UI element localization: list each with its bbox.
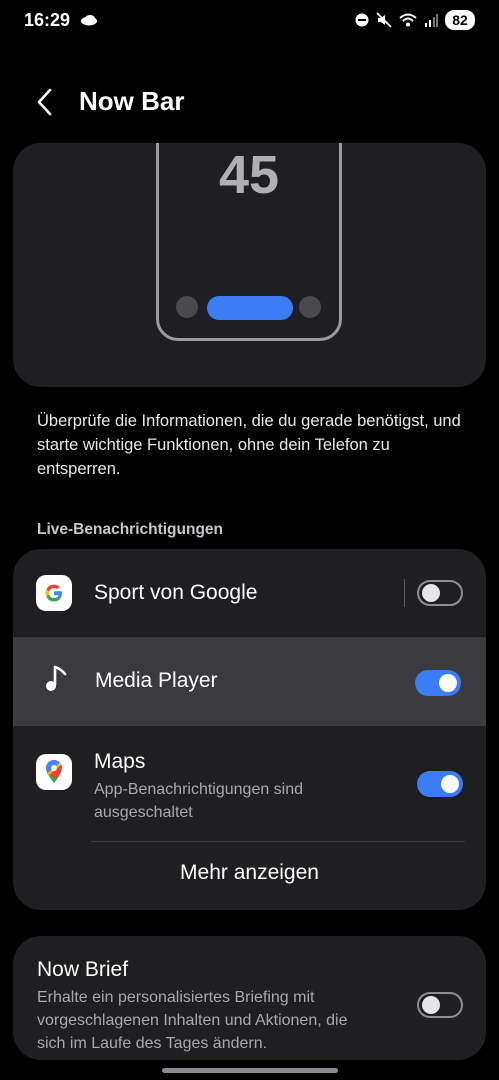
page-title: Now Bar [79, 86, 185, 116]
item-label: Maps [94, 750, 146, 773]
battery-indicator: 82 [445, 10, 475, 30]
wifi-icon [399, 13, 417, 27]
toggle-media-player[interactable] [415, 670, 461, 696]
phone-illustration: 45 [156, 143, 342, 341]
toggle-maps[interactable] [417, 771, 463, 797]
item-label: Sport von Google [94, 581, 258, 604]
toggle-sport-google[interactable] [417, 580, 463, 606]
list-item-maps[interactable]: Maps App-Benachrichtigungen sind ausgesc… [13, 726, 486, 841]
divider-vertical [404, 579, 405, 607]
do-not-disturb-icon [355, 13, 369, 27]
google-icon [36, 575, 72, 611]
preview-now-bar-pill [207, 296, 293, 320]
now-bar-description: Überprüfe die Informationen, die du gera… [37, 412, 461, 478]
item-label: Media Player [95, 669, 218, 692]
status-icons: 82 [355, 10, 475, 30]
status-time: 16:29 [24, 10, 71, 30]
now-brief-description: Erhalte ein personalisiertes Briefing mi… [37, 989, 348, 1052]
section-label-live: Live-Benachrichtigungen [37, 521, 224, 538]
back-arrow-icon[interactable] [30, 86, 60, 118]
home-gesture-bar[interactable] [162, 1068, 338, 1073]
cloud-icon [81, 15, 97, 26]
now-bar-preview: 45 [13, 143, 486, 387]
list-item-media-player[interactable]: Media Player [13, 637, 486, 726]
signal-icon [425, 14, 438, 27]
now-brief-card[interactable]: Now Brief Erhalte ein personalisiertes B… [13, 936, 486, 1060]
preview-clock: 45 [218, 145, 280, 205]
preview-left-dot [176, 296, 198, 318]
preview-right-dot [299, 296, 321, 318]
music-note-icon [46, 665, 67, 691]
item-sublabel: App-Benachrichtigungen sind ausgeschalte… [94, 781, 304, 821]
live-notifications-card: Sport von Google Media Player Maps App-B… [13, 549, 486, 910]
maps-icon [36, 754, 72, 790]
list-item-sport-google[interactable]: Sport von Google [13, 549, 486, 637]
show-more-button[interactable]: Mehr anzeigen [13, 861, 486, 885]
now-brief-title: Now Brief [37, 958, 129, 981]
toggle-now-brief[interactable] [417, 992, 463, 1018]
divider [91, 841, 465, 842]
mute-icon [376, 12, 392, 28]
